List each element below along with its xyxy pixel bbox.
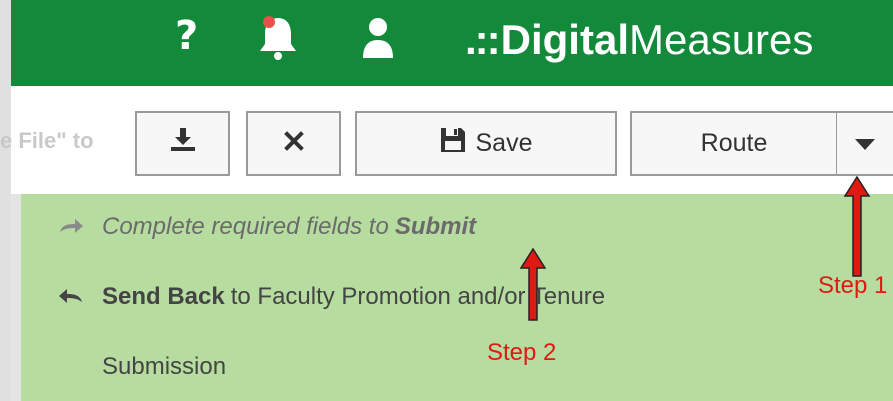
- brand-name-light: Measures: [629, 16, 814, 63]
- step2-label: Step 2: [487, 339, 557, 366]
- brand-logo: .::DigitalMeasures: [465, 12, 813, 68]
- step2-arrow: [519, 248, 547, 321]
- help-icon[interactable]: ?: [175, 14, 198, 58]
- forward-arrow-icon: [58, 213, 84, 241]
- save-button[interactable]: Save: [355, 111, 617, 176]
- notification-bell-icon[interactable]: [255, 12, 301, 66]
- faded-background-text: e File" to: [0, 128, 94, 153]
- send-back-target-continued: Submission: [102, 353, 227, 380]
- route-button[interactable]: Route: [630, 111, 837, 176]
- left-strip: [0, 0, 11, 401]
- caret-down-icon: [855, 129, 875, 158]
- step1-arrow: [843, 176, 871, 277]
- app-header: ? .::DigitalMeasures: [11, 0, 893, 86]
- step1-label: Step 1: [818, 272, 888, 299]
- send-back-label: Send Back: [102, 283, 225, 310]
- download-icon: [170, 128, 196, 159]
- menu-item-submit: Complete required fields to Submit: [58, 213, 476, 241]
- close-icon: [283, 129, 304, 158]
- close-button[interactable]: [246, 111, 341, 176]
- user-icon[interactable]: [361, 16, 395, 64]
- back-arrow-icon: [58, 283, 84, 311]
- brand-dots: .::: [465, 16, 501, 63]
- save-button-label: Save: [475, 129, 533, 157]
- route-dropdown-toggle[interactable]: [836, 111, 893, 176]
- brand-name-bold: Digital: [500, 16, 629, 63]
- route-button-label: Route: [700, 129, 768, 157]
- submit-prefix: Complete required fields to: [102, 213, 389, 240]
- send-back-target: to Faculty Promotion and/or Tenure: [230, 283, 606, 310]
- download-button[interactable]: [135, 111, 230, 176]
- save-icon: [440, 127, 466, 160]
- submit-label: Submit: [394, 213, 477, 240]
